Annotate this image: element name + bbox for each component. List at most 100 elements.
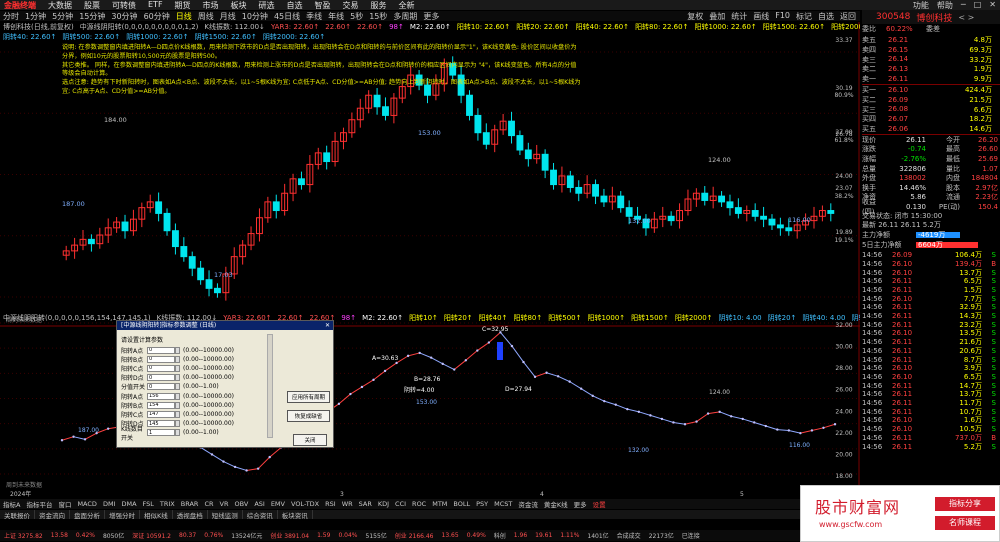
close-icon[interactable]: ✕ <box>325 321 330 330</box>
indicator-tab[interactable]: PSY <box>473 500 491 508</box>
bottom-tab[interactable]: 关联报价 <box>0 510 35 519</box>
param-input[interactable] <box>147 410 175 418</box>
indicator-tab[interactable]: MTM <box>429 500 450 508</box>
dialog-scrollbar[interactable] <box>267 334 273 438</box>
indicator-tab[interactable]: 黄金K线 <box>541 499 571 509</box>
indicator-tab[interactable]: DMA <box>118 500 139 508</box>
period-tab[interactable]: 多周期 <box>390 11 420 21</box>
indicator-tab[interactable]: 更多 <box>571 499 590 509</box>
indicator-tab[interactable]: CR <box>201 500 216 508</box>
menu-item[interactable]: ETF <box>142 0 169 10</box>
period-tab[interactable]: 年线 <box>325 11 347 21</box>
menu-item[interactable]: 交易 <box>337 0 365 10</box>
chart-tool[interactable]: 自选 <box>818 11 834 21</box>
spinner-button[interactable] <box>175 346 180 354</box>
param-input[interactable] <box>147 374 175 382</box>
spinner-button[interactable] <box>175 429 180 437</box>
spinner-button[interactable] <box>175 374 180 382</box>
period-tab[interactable]: 60分钟 <box>141 11 173 21</box>
param-input[interactable] <box>147 392 175 400</box>
menu-item[interactable]: 智盈 <box>309 0 337 10</box>
indicator-tab[interactable]: VOL-TDX <box>288 500 322 508</box>
param-input[interactable] <box>147 383 175 391</box>
indicator-tab[interactable]: EMV <box>268 500 288 508</box>
indicator-tab[interactable]: ROC <box>409 500 429 508</box>
apply-all-periods-button[interactable]: 应用所有周期 <box>287 391 330 403</box>
param-input[interactable] <box>147 346 175 354</box>
indicator-tab[interactable]: TRIX <box>157 500 178 508</box>
menu-item[interactable]: 可转债 <box>106 0 142 10</box>
indicator-tab[interactable]: DMI <box>100 500 119 508</box>
bottom-tab[interactable]: 增强分时 <box>105 510 140 519</box>
spinner-button[interactable] <box>175 420 180 428</box>
menu-item[interactable]: 研选 <box>253 0 281 10</box>
menu-item[interactable]: 大数据 <box>42 0 78 10</box>
bottom-tab[interactable]: 资金流向 <box>35 510 70 519</box>
indicator-tab[interactable]: 指标A <box>0 499 23 509</box>
chart-tool[interactable]: 标记 <box>796 11 812 21</box>
chart-tool[interactable]: 复权 <box>687 11 703 21</box>
window-control[interactable]: ✕ <box>989 0 996 10</box>
period-tab[interactable]: 5分钟 <box>49 11 76 21</box>
chart-tool[interactable]: 画线 <box>753 11 769 21</box>
menu-item[interactable]: 市场 <box>197 0 225 10</box>
period-tab[interactable]: 月线 <box>217 11 239 21</box>
dialog-close-button[interactable]: 关闭 <box>293 434 327 446</box>
param-input[interactable] <box>147 429 175 437</box>
indicator-tab[interactable]: SAR <box>356 500 375 508</box>
window-control[interactable]: ─ <box>961 0 966 10</box>
spinner-button[interactable] <box>175 392 180 400</box>
restore-default-button[interactable]: 恢复成缺省 <box>287 410 330 422</box>
param-input[interactable] <box>147 355 175 363</box>
period-tab[interactable]: 日线 <box>173 11 195 21</box>
period-tab[interactable]: 15分钟 <box>76 11 108 21</box>
period-tab[interactable]: 更多 <box>420 11 442 21</box>
indicator-tab[interactable]: 设置 <box>590 499 609 509</box>
indicator-tab[interactable]: MCST <box>491 500 515 508</box>
menu-item[interactable]: 板块 <box>225 0 253 10</box>
indicator-tab[interactable]: OBV <box>231 500 251 508</box>
menu-item[interactable]: 全新 <box>393 0 421 10</box>
spinner-button[interactable] <box>175 401 180 409</box>
indicator-tab[interactable]: BOLL <box>450 500 473 508</box>
indicator-tab[interactable]: RSI <box>322 500 339 508</box>
param-input[interactable] <box>147 364 175 372</box>
indicator-tab[interactable]: BRAR <box>178 500 202 508</box>
window-control[interactable]: 功能 <box>913 0 929 10</box>
indicator-tab[interactable]: 窗口 <box>55 499 74 509</box>
period-tab[interactable]: 15秒 <box>366 11 390 21</box>
bottom-tab[interactable]: 综合资讯 <box>243 510 278 519</box>
window-control[interactable]: □ <box>974 0 982 10</box>
indicator-tab[interactable]: ASI <box>251 500 268 508</box>
stock-switch-button[interactable]: < > <box>958 13 974 22</box>
param-input[interactable] <box>147 401 175 409</box>
spinner-button[interactable] <box>175 364 180 372</box>
chart-tool[interactable]: 统计 <box>731 11 747 21</box>
indicator-tab[interactable]: CCI <box>392 500 409 508</box>
watermark-tag-indicator[interactable]: 指标分享 <box>935 497 995 511</box>
menu-item[interactable]: 服务 <box>365 0 393 10</box>
indicator-tab[interactable]: 资金流 <box>515 499 541 509</box>
menu-item[interactable]: 期货 <box>169 0 197 10</box>
watermark-tag-course[interactable]: 名师课程 <box>935 516 995 530</box>
bottom-tab[interactable]: 透视盘档 <box>173 510 208 519</box>
indicator-tab[interactable]: KDJ <box>375 500 392 508</box>
bottom-tab[interactable]: 相似K线 <box>140 510 173 519</box>
spinner-button[interactable] <box>175 410 180 418</box>
indicator-tab[interactable]: 指标平台 <box>23 499 55 509</box>
chart-tool[interactable]: F10 <box>775 11 790 21</box>
bottom-tab[interactable]: 盘面分析 <box>70 510 105 519</box>
menu-item[interactable]: 股票 <box>78 0 106 10</box>
period-tab[interactable]: 10分钟 <box>239 11 271 21</box>
period-tab[interactable]: 季线 <box>303 11 325 21</box>
indicator-tab[interactable]: MACD <box>74 500 99 508</box>
indicator-tab[interactable]: FSL <box>140 500 157 508</box>
chart-tool[interactable]: 叠加 <box>709 11 725 21</box>
window-control[interactable]: 帮助 <box>937 0 953 10</box>
period-tab[interactable]: 1分钟 <box>22 11 49 21</box>
period-tab[interactable]: 30分钟 <box>108 11 140 21</box>
spinner-button[interactable] <box>175 355 180 363</box>
bottom-tab[interactable]: 短线监测 <box>208 510 243 519</box>
period-tab[interactable]: 45日线 <box>271 11 303 21</box>
spinner-button[interactable] <box>175 383 180 391</box>
